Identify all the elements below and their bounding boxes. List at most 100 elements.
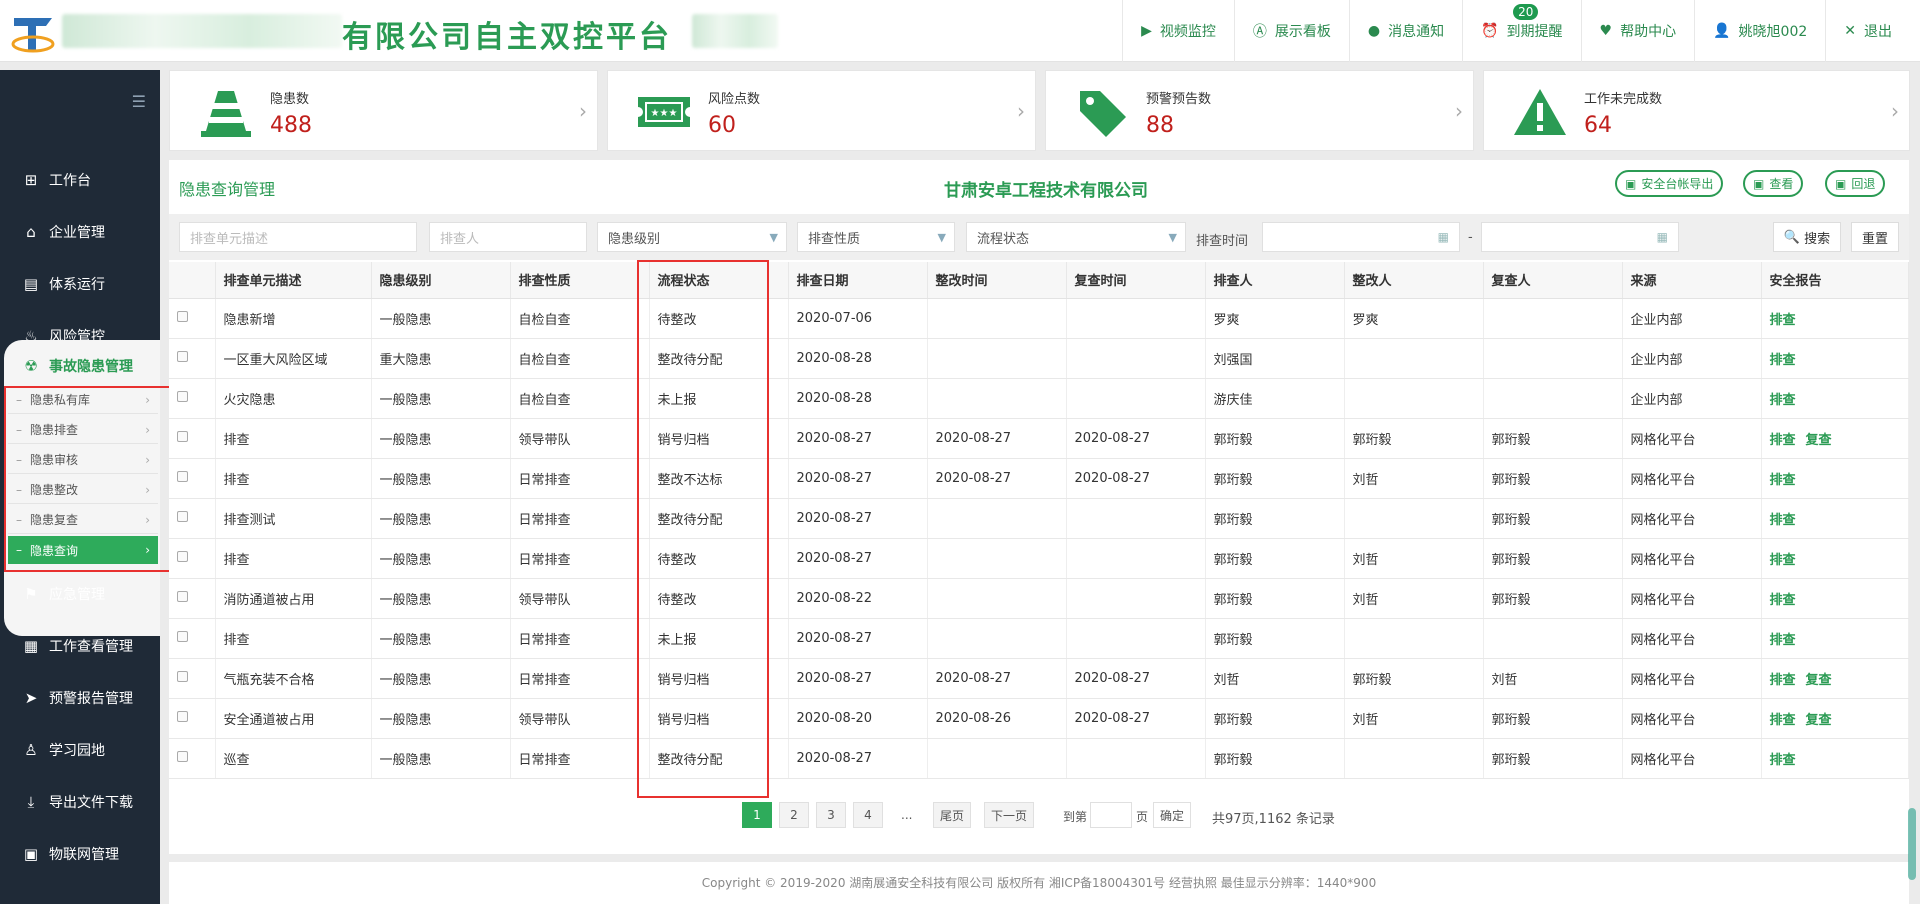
table-row[interactable]: 消防通道被占用 一般隐患 领导带队 待整改 2020-08-22 郭珩毅 刘哲 郭珩毅 网格化平… (169, 578, 1909, 619)
export-ledger-button[interactable]: ▣ 安全台帐导出 (1615, 170, 1724, 197)
page-number-input[interactable] (1090, 802, 1132, 828)
confirm-page-button[interactable]: 确定 (1153, 802, 1192, 828)
table-row[interactable]: 火灾隐患 一般隐患 自检自查 未上报 2020-08-28 游庆佳 企业内部 排查 (169, 378, 1909, 419)
search-button[interactable]: 🔍 搜索 (1773, 222, 1841, 252)
inspect-link[interactable]: 排查 (1770, 633, 1796, 648)
column-header: 来源 (1622, 262, 1762, 299)
row-checkbox[interactable] (177, 750, 188, 762)
table-cell: 游庆佳 (1205, 378, 1345, 419)
nav-messages[interactable]: ● 消息通知 (1348, 0, 1462, 62)
next-page-button[interactable]: 下一页 (984, 802, 1035, 828)
sidebar-item-emergency[interactable]: ⚑ 应急管理 (0, 568, 160, 620)
sidebar-item-hazard[interactable]: ☢ 事故隐患管理 (0, 340, 160, 392)
unit-desc-input[interactable]: 排查单元描述 (179, 222, 417, 252)
sidebar-item-iot[interactable]: ▣ 物联网管理 (0, 828, 160, 880)
table-cell: 网格化平台 (1622, 658, 1762, 699)
page-3-button[interactable]: 3 (816, 802, 846, 828)
stat-card-warnings[interactable]: 预警预告数 88 › (1045, 70, 1474, 151)
table-row[interactable]: 巡查 一般隐患 日常排查 整改待分配 2020-08-27 郭珩毅 郭珩毅 网格化平台 排查 (169, 738, 1909, 779)
inspect-link[interactable]: 排查 (1770, 473, 1796, 488)
inspect-link[interactable]: 排查 (1770, 393, 1796, 408)
inspect-link[interactable]: 排查 (1770, 673, 1796, 688)
table-row[interactable]: 排查测试 一般隐患 日常排查 整改待分配 2020-08-27 郭珩毅 郭珩毅 网格化平台 排查 (169, 498, 1909, 539)
table-row[interactable]: 排查 一般隐患 日常排查 整改不达标 2020-08-27 2020-08-27 2020-… (169, 458, 1909, 499)
rollback-button[interactable]: ▣ 回退 (1825, 170, 1886, 197)
recheck-link[interactable]: 复查 (1806, 673, 1832, 688)
nav-user[interactable]: 👤 姚晓旭002 (1694, 0, 1825, 62)
table-cell: 一区重大风险区域 (215, 338, 372, 379)
sidebar-item-download[interactable]: ⤓ 导出文件下载 (0, 776, 160, 828)
page-2-button[interactable]: 2 (779, 802, 809, 828)
sidebar-item-learning[interactable]: ♙ 学习园地 (0, 724, 160, 776)
table-cell (1066, 338, 1206, 379)
tag-icon (1080, 91, 1126, 137)
table-cell (927, 378, 1067, 419)
table-cell (1066, 298, 1206, 339)
sidebar-item-system[interactable]: ▤ 体系运行 (0, 258, 160, 310)
last-page-button[interactable]: 尾页 (933, 802, 972, 828)
row-checkbox[interactable] (177, 310, 188, 322)
page-scrollbar[interactable] (1908, 808, 1916, 880)
recheck-link[interactable]: 复查 (1806, 433, 1832, 448)
sidebar-item-warning-report[interactable]: ➤ 预警报告管理 (0, 672, 160, 724)
view-button[interactable]: ▣ 查看 (1743, 170, 1804, 197)
end-date-input[interactable]: ▦ (1481, 222, 1679, 252)
report-links-cell: 排查 (1761, 618, 1909, 659)
row-checkbox[interactable] (177, 470, 188, 482)
nav-expiry-reminder[interactable]: ⏰ 到期提醒 20 (1462, 0, 1580, 62)
nav-help-center[interactable]: ♥ 帮助中心 (1580, 0, 1695, 62)
inspect-link[interactable]: 排查 (1770, 513, 1796, 528)
filter-bar: 排查单元描述 排查人 隐患级别 ▼ 排查性质 ▼ 流程状态 ▼ 排查时间 ▦ - ▦ … (169, 214, 1909, 260)
column-header: 复查时间 (1066, 262, 1206, 299)
reset-button[interactable]: 重置 (1851, 222, 1899, 252)
inspection-nature-select[interactable]: 排查性质 ▼ (797, 222, 955, 252)
document-icon: ▤ (23, 275, 39, 293)
row-checkbox[interactable] (177, 710, 188, 722)
inspect-link[interactable]: 排查 (1770, 593, 1796, 608)
sidebar-item-work-view[interactable]: ▦ 工作查看管理 (0, 620, 160, 672)
inspect-link[interactable]: 排查 (1770, 353, 1796, 368)
start-date-input[interactable]: ▦ (1262, 222, 1460, 252)
inspect-link[interactable]: 排查 (1770, 753, 1796, 768)
table-cell: 2020-08-22 (788, 578, 928, 619)
nav-display-board[interactable]: Ⓐ 展示看板 (1233, 0, 1349, 62)
inspect-link[interactable]: 排查 (1770, 433, 1796, 448)
table-row[interactable]: 气瓶充装不合格 一般隐患 日常排查 销号归档 2020-08-27 2020-08-27 2… (169, 658, 1909, 699)
row-checkbox[interactable] (177, 670, 188, 682)
table-cell: 一般隐患 (371, 618, 511, 659)
recheck-link[interactable]: 复查 (1806, 713, 1832, 728)
row-checkbox[interactable] (177, 550, 188, 562)
row-checkbox[interactable] (177, 430, 188, 442)
inspect-link[interactable]: 排查 (1770, 713, 1796, 728)
page-1-button[interactable]: 1 (742, 802, 772, 828)
table-cell (1066, 378, 1206, 419)
table-row[interactable]: 安全通道被占用 一般隐患 领导带队 销号归档 2020-08-20 2020-08-26 2… (169, 698, 1909, 739)
table-row[interactable]: 排查 一般隐患 日常排查 未上报 2020-08-27 郭珩毅 网格化平台 排查 (169, 618, 1909, 659)
table-row[interactable]: 一区重大风险区域 重大隐患 自检自查 整改待分配 2020-08-28 刘强国 企业内部 排查 (169, 338, 1909, 379)
nav-logout[interactable]: ✕ 退出 (1825, 0, 1910, 62)
row-checkbox[interactable] (177, 390, 188, 402)
hazard-level-select[interactable]: 隐患级别 ▼ (597, 222, 787, 252)
inspect-link[interactable]: 排查 (1770, 553, 1796, 568)
sidebar-item-enterprise[interactable]: ⌂ 企业管理 (0, 206, 160, 258)
process-status-select[interactable]: 流程状态 ▼ (966, 222, 1186, 252)
sidebar-item-workbench[interactable]: ⊞ 工作台 (0, 154, 160, 206)
stat-card-risk-points[interactable]: ★★★ 风险点数 60 › (607, 70, 1036, 151)
stat-card-unfinished[interactable]: 工作未完成数 64 › (1483, 70, 1910, 151)
menu-toggle-icon[interactable]: ☰ (132, 92, 146, 111)
inspector-input[interactable]: 排查人 (429, 222, 587, 252)
table-row[interactable]: 排查 一般隐患 领导带队 销号归档 2020-08-27 2020-08-27 2020-0… (169, 418, 1909, 459)
row-checkbox[interactable] (177, 630, 188, 642)
table-cell: 一般隐患 (371, 698, 511, 739)
stat-card-hazards[interactable]: 隐患数 488 › (169, 70, 598, 151)
row-checkbox[interactable] (177, 590, 188, 602)
row-checkbox[interactable] (177, 350, 188, 362)
table-cell: 郭珩毅 (1205, 698, 1345, 739)
table-cell: 2020-08-27 (788, 498, 928, 539)
page-4-button[interactable]: 4 (853, 802, 883, 828)
inspect-link[interactable]: 排查 (1770, 313, 1796, 328)
nav-video-monitor[interactable]: ▶ 视频监控 (1122, 0, 1234, 62)
table-row[interactable]: 排查 一般隐患 日常排查 待整改 2020-08-27 郭珩毅 刘哲 郭珩毅 网格化平台 排查 (169, 538, 1909, 579)
row-checkbox[interactable] (177, 510, 188, 522)
table-row[interactable]: 隐患新增 一般隐患 自检自查 待整改 2020-07-06 罗爽 罗爽 企业内部 排查 (169, 298, 1909, 339)
